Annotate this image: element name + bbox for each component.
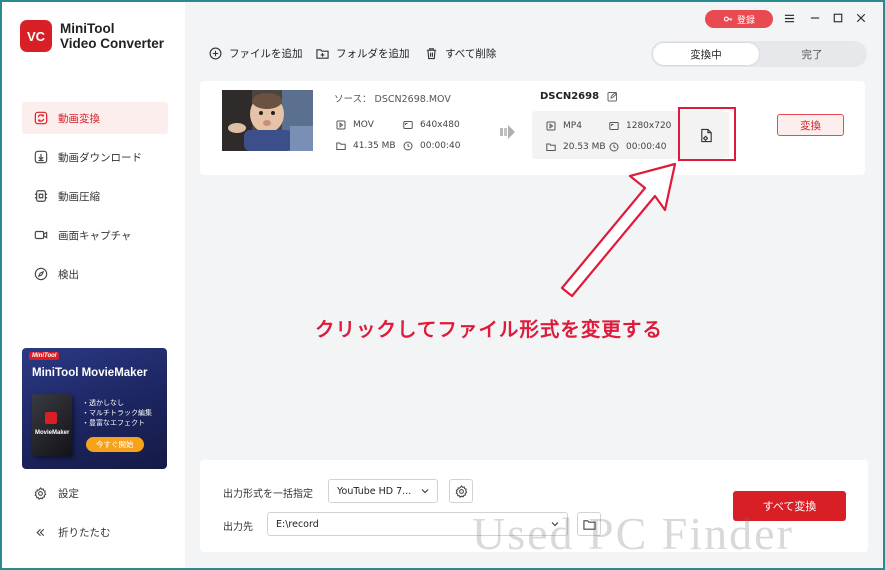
tab-done[interactable]: 完了 xyxy=(759,43,865,65)
arrow-right-icon xyxy=(500,124,516,143)
target-format: MP4 xyxy=(546,121,582,131)
video-file-icon xyxy=(546,121,556,131)
clock-icon xyxy=(609,142,619,152)
source-format: MOV xyxy=(336,120,374,130)
convert-icon xyxy=(34,111,48,125)
add-file-label: ファイルを追加 xyxy=(229,48,303,60)
camera-icon xyxy=(34,230,48,240)
promo-box-label: MovieMaker xyxy=(35,430,70,436)
delete-all-label: すべて削除 xyxy=(445,48,497,60)
minimize-icon[interactable] xyxy=(808,11,822,25)
compass-icon xyxy=(34,267,48,281)
maximize-icon[interactable] xyxy=(831,11,845,25)
target-size: 20.53 MB xyxy=(546,142,606,152)
video-file-icon xyxy=(336,120,346,130)
gear-icon xyxy=(34,486,47,500)
resolution-icon xyxy=(403,121,413,129)
promo-title: MiniTool MovieMaker xyxy=(32,367,148,379)
clock-icon xyxy=(403,141,413,151)
folder-icon xyxy=(546,143,556,151)
app-name-line1: MiniTool xyxy=(60,21,115,36)
output-format-select[interactable]: YouTube HD 7... xyxy=(328,479,438,503)
key-icon xyxy=(723,16,733,22)
app-window: VC MiniTool Video Converter 動画変換 動画ダウンロー… xyxy=(2,2,883,568)
add-file-button[interactable]: ファイルを追加 xyxy=(209,46,303,61)
logo-icon: VC xyxy=(20,20,52,52)
moviemaker-box-image: MovieMaker xyxy=(32,394,72,456)
moviemaker-logo-icon xyxy=(45,412,57,424)
sidebar-nav: 動画変換 動画ダウンロード 動画圧縮 画面キャプチャ 検出 xyxy=(22,102,168,297)
settings-label: 設定 xyxy=(58,487,79,500)
download-icon xyxy=(34,150,48,164)
promo-feature: ・透かしなし xyxy=(82,399,124,407)
output-format-label: 出力形式を一括指定 xyxy=(223,489,313,500)
promo-features: ・透かしなし ・マルチトラック編集 ・豊富なエフェクト xyxy=(82,398,152,428)
source-filename: ソース： DSCN2698.MOV xyxy=(334,94,451,105)
source-duration: 00:00:40 xyxy=(403,141,460,151)
sidebar-item-label: 動画変換 xyxy=(58,112,100,125)
format-settings-button[interactable] xyxy=(449,479,473,503)
compress-icon xyxy=(34,190,48,202)
promo-tag: MiniTool xyxy=(29,352,60,360)
add-circle-icon xyxy=(209,47,222,60)
annotation-text: クリックしてファイル形式を変更する xyxy=(315,318,663,341)
sidebar-item-label: 検出 xyxy=(58,268,79,281)
watermark-text: Used PC Finder xyxy=(472,508,794,559)
sidebar-item-compress[interactable]: 動画圧縮 xyxy=(22,180,168,212)
chevron-down-icon xyxy=(421,489,429,494)
output-folder-label: 出力先 xyxy=(223,522,253,533)
source-resolution: 640x480 xyxy=(403,120,460,130)
sidebar-item-convert[interactable]: 動画変換 xyxy=(22,102,168,134)
add-folder-label: フォルダを追加 xyxy=(336,48,410,60)
collapse-label: 折りたたむ xyxy=(58,526,111,539)
menu-icon[interactable] xyxy=(782,11,796,25)
toolbar: 登録 ファイルを追加 フォルダを追加 すべて削除 変換中 完了 xyxy=(185,2,883,82)
sidebar-item-download[interactable]: 動画ダウンロード xyxy=(22,141,168,173)
convert-button[interactable]: 変換 xyxy=(777,114,844,136)
sidebar-item-label: 動画ダウンロード xyxy=(58,151,142,164)
app-logo: VC MiniTool Video Converter xyxy=(20,20,164,52)
folder-add-icon xyxy=(316,49,329,59)
target-resolution: 1280x720 xyxy=(609,121,671,131)
moviemaker-promo-banner[interactable]: MiniTool MiniTool MovieMaker MovieMaker … xyxy=(22,348,167,469)
sidebar-item-label: 動画圧縮 xyxy=(58,190,100,203)
folder-icon xyxy=(336,142,346,150)
resolution-icon xyxy=(609,122,619,130)
source-size: 41.35 MB xyxy=(336,141,396,151)
promo-feature: ・豊富なエフェクト xyxy=(82,419,145,427)
sidebar: VC MiniTool Video Converter 動画変換 動画ダウンロー… xyxy=(2,2,185,568)
status-tabs: 変換中 完了 xyxy=(651,41,867,67)
conversion-item-card: ソース： DSCN2698.MOV MOV 640x480 41.35 MB 0… xyxy=(200,81,865,175)
target-duration: 00:00:40 xyxy=(609,142,666,152)
gear-icon xyxy=(455,484,467,498)
promo-feature: ・マルチトラック編集 xyxy=(82,409,152,417)
register-button[interactable]: 登録 xyxy=(705,10,773,28)
close-icon[interactable] xyxy=(854,11,868,25)
collapse-button[interactable]: 折りたたむ xyxy=(22,518,168,546)
sidebar-item-capture[interactable]: 画面キャプチャ xyxy=(22,219,168,251)
annotation-arrow-icon xyxy=(560,162,677,298)
trash-icon xyxy=(426,48,437,60)
register-label: 登録 xyxy=(736,15,755,26)
settings-button[interactable]: 設定 xyxy=(22,479,168,507)
sidebar-item-label: 画面キャプチャ xyxy=(58,229,132,242)
delete-all-button[interactable]: すべて削除 xyxy=(425,46,496,61)
double-chevron-left-icon xyxy=(36,528,45,536)
highlight-box xyxy=(678,107,736,161)
promo-start-button[interactable]: 今すぐ開始 xyxy=(86,437,144,452)
app-name-line2: Video Converter xyxy=(60,36,165,51)
sidebar-item-discover[interactable]: 検出 xyxy=(22,258,168,290)
edit-icon[interactable] xyxy=(607,91,618,102)
add-folder-button[interactable]: フォルダを追加 xyxy=(316,46,410,61)
tab-converting[interactable]: 変換中 xyxy=(653,43,759,65)
target-filename: DSCN2698 xyxy=(540,91,618,102)
video-thumbnail xyxy=(222,90,313,151)
